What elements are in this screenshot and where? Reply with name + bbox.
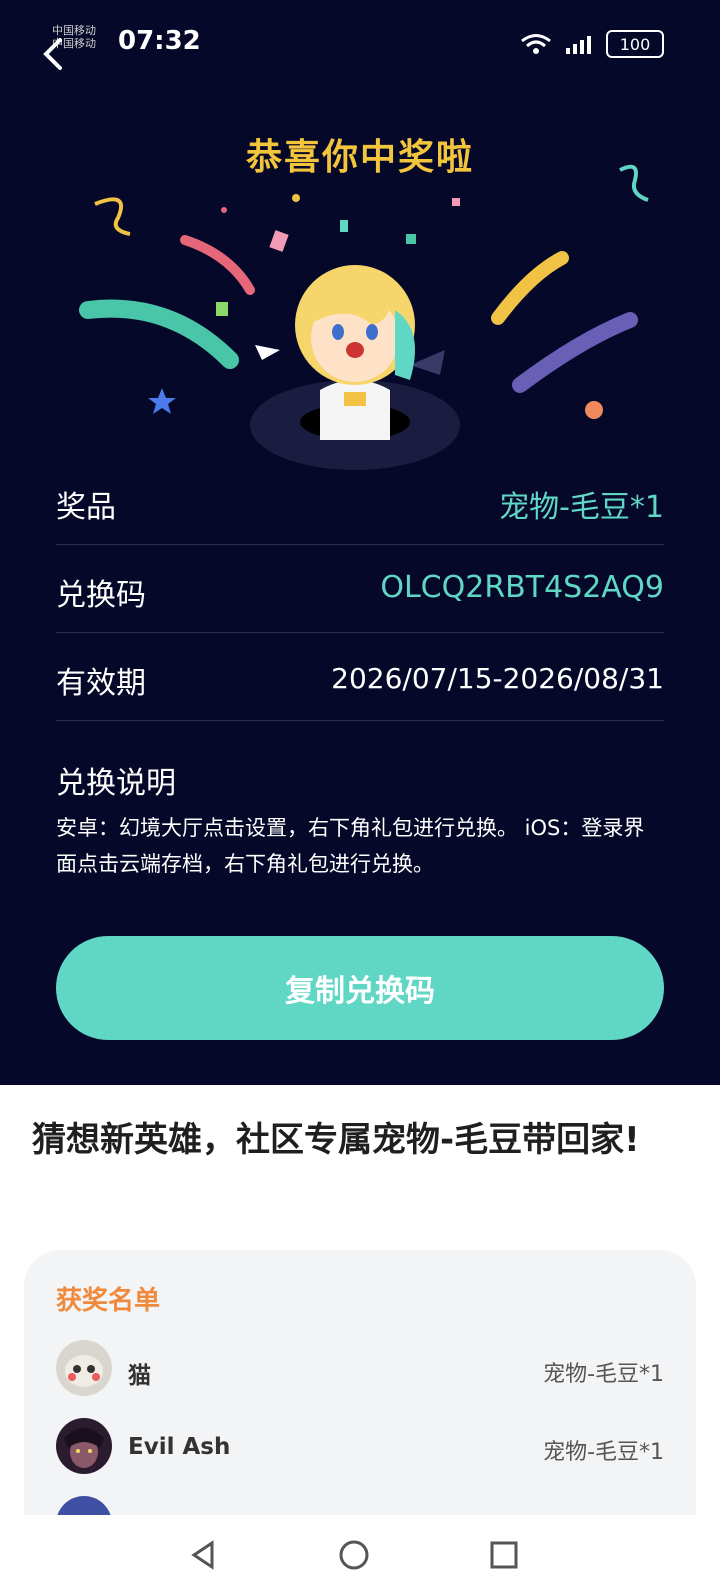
validity-row: 有效期 2026/07/15-2026/08/31 bbox=[56, 632, 664, 721]
winner-row[interactable]: 猫 宠物-毛豆*1 bbox=[56, 1340, 664, 1400]
status-bar: 中国移动 中国移动 07:32 100 bbox=[0, 0, 720, 90]
instructions-title: 兑换说明 bbox=[56, 766, 176, 801]
back-chevron-icon[interactable] bbox=[36, 34, 76, 74]
status-icons: 100 bbox=[520, 30, 664, 58]
winner-prize: 宠物-毛豆*1 bbox=[543, 1362, 664, 1387]
event-title: 猜想新英雄，社区专属宠物-毛豆带回家! bbox=[32, 1120, 640, 1160]
cat-avatar-icon bbox=[56, 1340, 112, 1396]
prize-row: 奖品 宠物-毛豆*1 bbox=[56, 456, 664, 545]
battery-level: 100 bbox=[619, 34, 651, 54]
reward-panel: 中国移动 中国移动 07:32 100 恭喜你中奖啦 奖品 宠物-毛豆*1 兑换… bbox=[0, 0, 720, 1085]
avatar bbox=[56, 1340, 112, 1396]
winners-list: 获奖名单 猫 宠物-毛豆*1 Evil Ash 宠物-毛豆*1 bbox=[24, 1250, 696, 1520]
nav-back-icon[interactable] bbox=[184, 1535, 224, 1575]
copy-code-button[interactable]: 复制兑换码 bbox=[56, 936, 664, 1040]
winner-name: 猫 bbox=[128, 1363, 151, 1389]
nav-recents-icon[interactable] bbox=[484, 1535, 524, 1575]
celebration-illustration bbox=[79, 164, 649, 470]
winners-title: 获奖名单 bbox=[56, 1286, 161, 1316]
prize-value: 宠物-毛豆*1 bbox=[499, 490, 664, 525]
prize-label: 奖品 bbox=[56, 490, 116, 525]
battery-icon: 100 bbox=[606, 30, 664, 58]
system-navigation-bar bbox=[0, 1515, 720, 1595]
winner-name: Evil Ash bbox=[128, 1434, 231, 1460]
signal-icon bbox=[566, 36, 591, 54]
avatar bbox=[56, 1418, 112, 1474]
winner-prize: 宠物-毛豆*1 bbox=[543, 1440, 664, 1465]
nav-home-icon[interactable] bbox=[334, 1535, 374, 1575]
winner-row[interactable]: Evil Ash 宠物-毛豆*1 bbox=[56, 1418, 664, 1478]
dark-character-avatar-icon bbox=[56, 1418, 112, 1474]
code-row: 兑换码 OLCQ2RBT4S2AQ9 bbox=[56, 544, 664, 633]
code-value[interactable]: OLCQ2RBT4S2AQ9 bbox=[380, 570, 664, 605]
instructions-text: 安卓：幻境大厅点击设置，右下角礼包进行兑换。 iOS：登录界面点击云端存档，右下… bbox=[56, 816, 645, 876]
validity-value: 2026/07/15-2026/08/31 bbox=[331, 662, 664, 695]
code-label: 兑换码 bbox=[56, 578, 146, 613]
validity-label: 有效期 bbox=[56, 666, 146, 701]
wifi-icon bbox=[521, 34, 551, 54]
status-time: 07:32 bbox=[118, 26, 201, 56]
